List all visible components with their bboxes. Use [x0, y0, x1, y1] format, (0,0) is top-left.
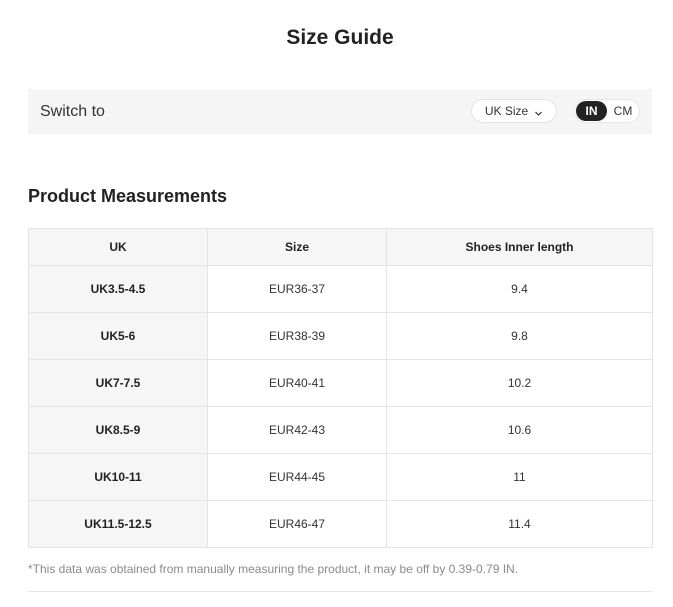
uk-size-cell: UK7-7.5: [28, 359, 208, 407]
column-header-size: Size: [207, 228, 387, 266]
inner-length-cell: 9.4: [386, 265, 653, 313]
inner-length-cell: 11: [386, 453, 653, 501]
measurements-table: UK Size Shoes Inner length UK3.5-4.5 EUR…: [28, 228, 653, 548]
column-header-inner-length: Shoes Inner length: [386, 228, 653, 266]
size-system-select[interactable]: UK Size: [471, 99, 557, 123]
eur-size-cell: EUR42-43: [207, 406, 387, 454]
table-row: UK8.5-9 EUR42-43 10.6: [28, 406, 653, 454]
uk-size-cell: UK8.5-9: [28, 406, 208, 454]
chevron-down-icon: [534, 107, 543, 116]
unit-switch-bar: Switch to UK Size IN CM: [28, 89, 652, 134]
table-row: UK5-6 EUR38-39 9.8: [28, 312, 653, 360]
eur-size-cell: EUR38-39: [207, 312, 387, 360]
uk-size-cell: UK10-11: [28, 453, 208, 501]
inner-length-cell: 11.4: [386, 500, 653, 548]
eur-size-cell: EUR46-47: [207, 500, 387, 548]
uk-size-cell: UK5-6: [28, 312, 208, 360]
table-row: UK10-11 EUR44-45 11: [28, 453, 653, 501]
table-header-row: UK Size Shoes Inner length: [28, 228, 653, 266]
unit-option-cm[interactable]: CM: [609, 101, 637, 121]
inner-length-cell: 9.8: [386, 312, 653, 360]
switch-label: Switch to: [40, 103, 105, 120]
column-header-uk: UK: [28, 228, 208, 266]
eur-size-cell: EUR40-41: [207, 359, 387, 407]
table-row: UK7-7.5 EUR40-41 10.2: [28, 359, 653, 407]
unit-toggle: IN CM: [574, 99, 640, 123]
inner-length-cell: 10.2: [386, 359, 653, 407]
uk-size-cell: UK11.5-12.5: [28, 500, 208, 548]
eur-size-cell: EUR36-37: [207, 265, 387, 313]
measurement-disclaimer: *This data was obtained from manually me…: [28, 562, 519, 576]
table-row: UK3.5-4.5 EUR36-37 9.4: [28, 265, 653, 313]
eur-size-cell: EUR44-45: [207, 453, 387, 501]
unit-option-in[interactable]: IN: [576, 101, 607, 121]
page-title: Size Guide: [286, 26, 394, 49]
uk-size-cell: UK3.5-4.5: [28, 265, 208, 313]
divider: [28, 591, 652, 592]
section-heading: Product Measurements: [28, 186, 228, 206]
inner-length-cell: 10.6: [386, 406, 653, 454]
table-row: UK11.5-12.5 EUR46-47 11.4: [28, 500, 653, 548]
size-system-select-value: UK Size: [484, 104, 529, 118]
